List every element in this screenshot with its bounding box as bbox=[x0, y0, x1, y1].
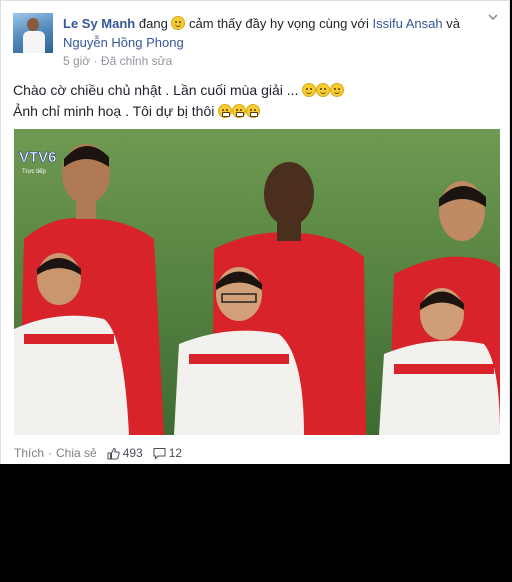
post-photo[interactable]: VTV6 Trực tiếp bbox=[14, 129, 500, 435]
author-name-link[interactable]: Le Sy Manh bbox=[63, 16, 135, 31]
like-link[interactable]: Thích bbox=[14, 446, 44, 460]
post-actions: Thích · Chia sẻ 493 12 bbox=[14, 446, 182, 460]
post-body: Chào cờ chiều chủ nhật . Lần cuối mùa gi… bbox=[13, 80, 493, 122]
meta-separator: · bbox=[93, 54, 98, 68]
action-separator: · bbox=[48, 446, 53, 460]
comments-count-value: 12 bbox=[168, 446, 183, 460]
share-link[interactable]: Chia sẻ bbox=[56, 446, 97, 460]
smiley-emoji-icon bbox=[316, 83, 331, 97]
thumbs-up-icon bbox=[107, 447, 120, 459]
comments-count[interactable]: 12 bbox=[153, 446, 182, 460]
likes-count[interactable]: 493 bbox=[107, 446, 143, 460]
tag-joiner: và bbox=[446, 16, 460, 31]
post-meta: 5 giờ · Đã chỉnh sửa bbox=[63, 54, 172, 68]
facebook-post-card: Le Sy Manh đang cảm thấy đầy hy vọng cùn… bbox=[0, 0, 510, 464]
comment-icon bbox=[153, 447, 166, 460]
watermark-text: VTV6 bbox=[19, 149, 57, 166]
likes-count-value: 493 bbox=[122, 446, 143, 460]
post-line-1: Chào cờ chiều chủ nhật . Lần cuối mùa gi… bbox=[13, 80, 493, 101]
feeling-text: cảm thấy đầy hy vọng cùng với bbox=[189, 16, 369, 31]
post-line-2: Ảnh chỉ minh hoạ . Tôi dự bị thôi bbox=[13, 101, 493, 122]
edited-label[interactable]: Đã chỉnh sửa bbox=[101, 54, 172, 68]
watermark-sub-text: Trực tiếp bbox=[22, 169, 46, 175]
grimace-emoji-icon bbox=[218, 104, 233, 118]
post-line-2-text: Ảnh chỉ minh hoạ . Tôi dự bị thôi bbox=[13, 103, 215, 119]
post-line-1-text: Chào cờ chiều chủ nhật . Lần cuối mùa gi… bbox=[13, 82, 299, 98]
author-avatar[interactable] bbox=[13, 13, 53, 53]
timestamp-link[interactable]: 5 giờ bbox=[63, 54, 90, 68]
grimace-emoji-icon bbox=[246, 104, 261, 118]
chevron-down-icon[interactable] bbox=[487, 11, 499, 23]
tag-issifu-ansah-link[interactable]: Issifu Ansah bbox=[372, 16, 442, 31]
smiley-emoji-icon bbox=[302, 83, 317, 97]
status-prefix: đang bbox=[138, 16, 168, 31]
smiley-emoji-icon bbox=[171, 16, 186, 30]
smiley-emoji-icon bbox=[330, 83, 345, 97]
tag-nguyen-hong-phong-link[interactable]: Nguyễn Hồng Phong bbox=[63, 35, 184, 50]
post-header: Le Sy Manh đang cảm thấy đầy hy vọng cùn… bbox=[63, 14, 463, 52]
grimace-emoji-icon bbox=[232, 104, 247, 118]
